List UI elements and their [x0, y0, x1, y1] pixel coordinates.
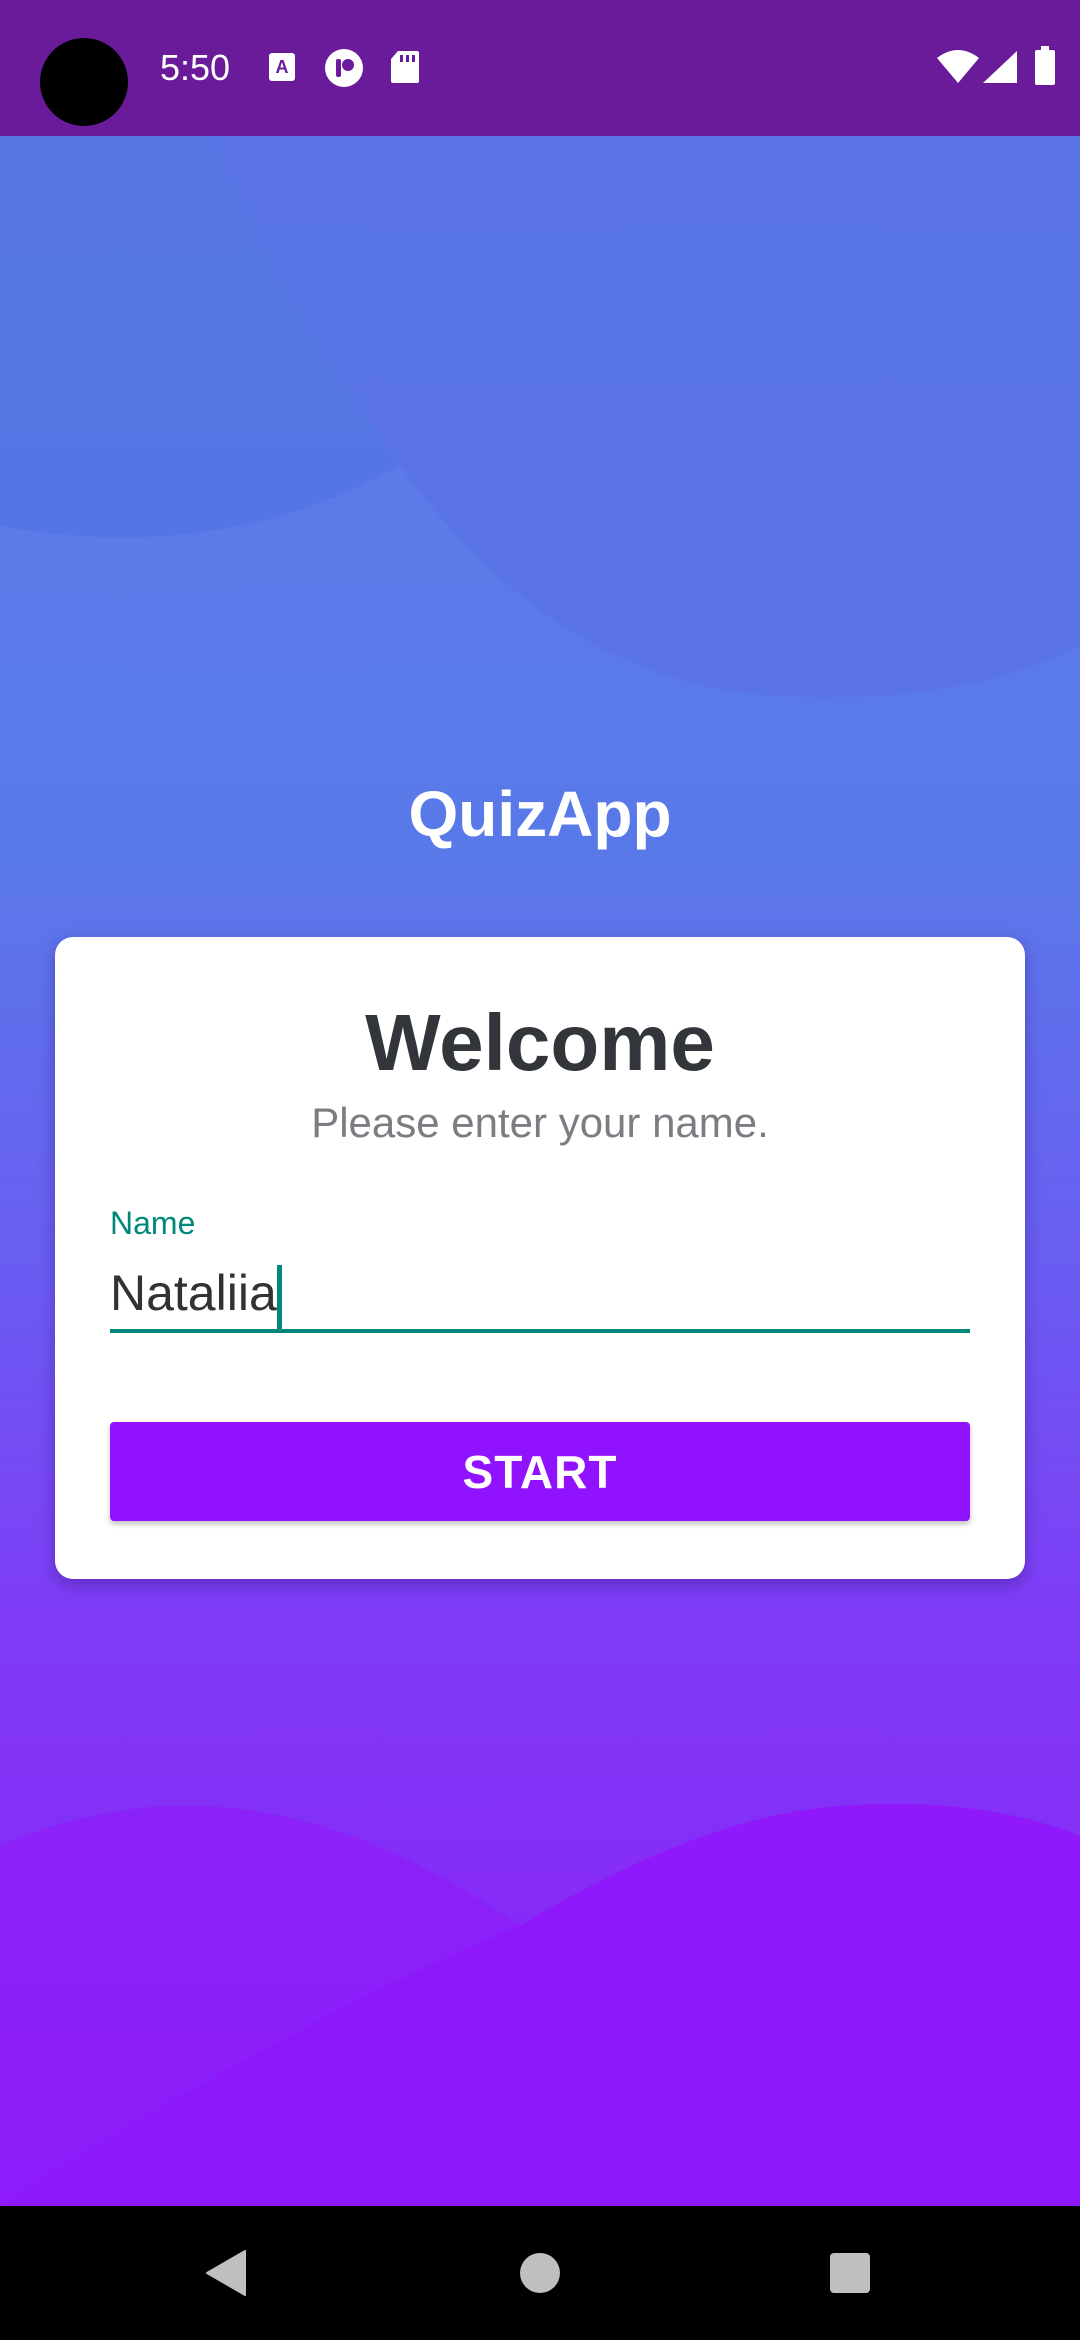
back-icon[interactable] [180, 2228, 270, 2318]
name-input[interactable] [110, 1257, 970, 1333]
wifi-icon [936, 50, 980, 89]
welcome-subtitle: Please enter your name. [311, 1099, 769, 1146]
text-cursor [277, 1265, 282, 1329]
navigation-bar [0, 2206, 1080, 2340]
camera-cutout [40, 38, 128, 126]
name-field-label: Name [110, 1205, 196, 1241]
sd-card-icon [390, 50, 420, 89]
recents-icon[interactable] [805, 2228, 895, 2318]
status-bar: 5:50 A [0, 0, 1080, 136]
status-time: 5:50 [160, 47, 231, 88]
start-button[interactable]: START [110, 1422, 970, 1521]
cellular-signal-icon [982, 50, 1018, 89]
home-icon[interactable] [495, 2228, 585, 2318]
app-title: QuizApp [408, 778, 672, 850]
svg-text:A: A [276, 57, 289, 77]
welcome-heading: Welcome [365, 998, 715, 1087]
app-logo-icon [324, 48, 364, 93]
battery-icon [1034, 46, 1056, 91]
keyboard-a-icon: A [268, 52, 296, 87]
welcome-card: Welcome Please enter your name. Name STA… [55, 937, 1025, 1579]
app-background: QuizApp Welcome Please enter your name. … [0, 136, 1080, 2206]
